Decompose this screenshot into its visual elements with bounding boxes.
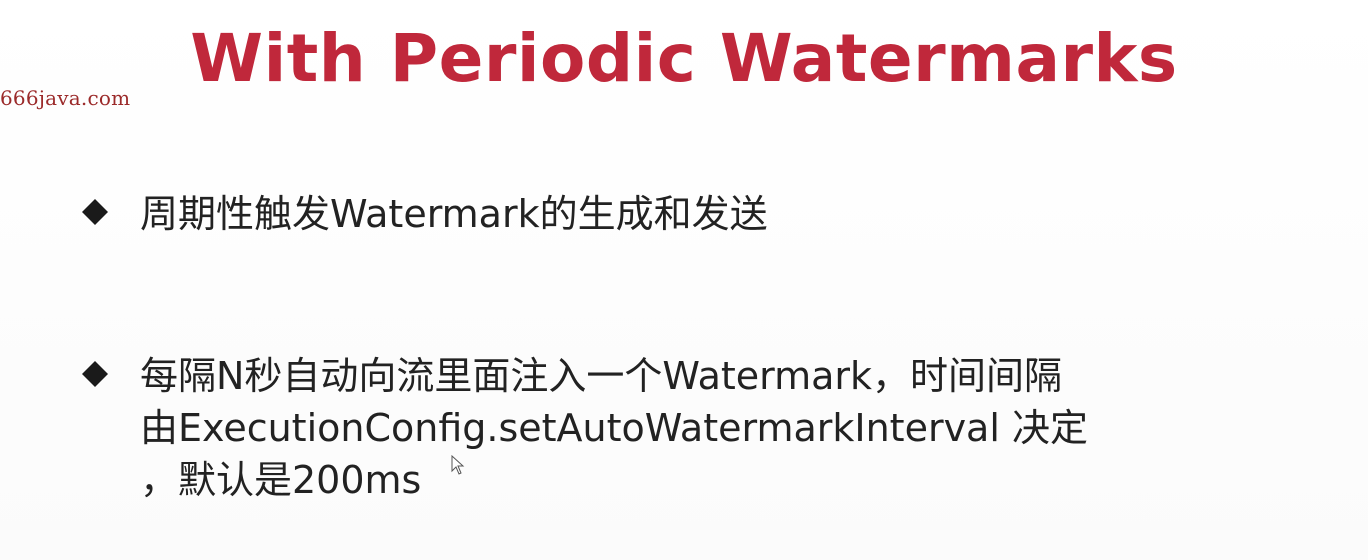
diamond-bullet-icon [82,199,108,225]
mouse-cursor-icon [451,455,465,475]
bullet-item: 周期性触发Watermark的生成和发送 [82,188,768,240]
diamond-bullet-icon [82,361,108,387]
slide: 666java.com With Periodic Watermarks 周期性… [0,0,1368,560]
slide-title: With Periodic Watermarks [190,20,1178,97]
bullet-item: 每隔N秒自动向流里面注入一个Watermark，时间间隔 由ExecutionC… [82,350,1088,506]
bullet-line: 由ExecutionConfig.setAutoWatermarkInterva… [140,406,1088,450]
bullet-line: 每隔N秒自动向流里面注入一个Watermark，时间间隔 [140,354,1063,398]
bullet-text: 周期性触发Watermark的生成和发送 [140,188,768,240]
bullet-text: 每隔N秒自动向流里面注入一个Watermark，时间间隔 由ExecutionC… [140,350,1088,506]
bullet-line: ，默认是200ms [140,458,422,502]
bullet-line: 周期性触发Watermark的生成和发送 [140,192,768,236]
